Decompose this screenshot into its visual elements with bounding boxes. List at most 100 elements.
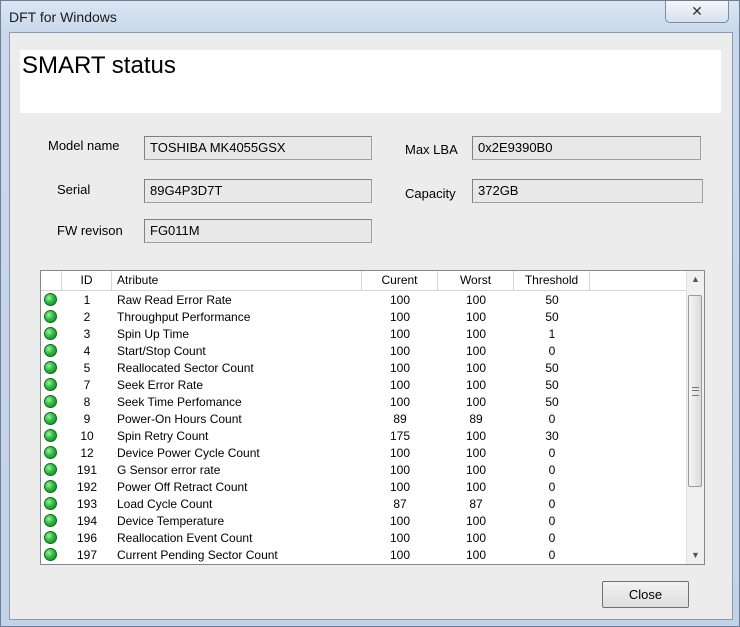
- capacity-field: 372GB: [472, 179, 703, 203]
- status-ok-icon: [44, 344, 57, 357]
- cell-threshold: 0: [548, 480, 556, 494]
- cell-threshold: 0: [548, 463, 556, 477]
- cell-id: 7: [83, 378, 91, 392]
- cell-attribute: Reallocation Event Count: [117, 531, 253, 545]
- table-row[interactable]: 2 Throughput Performance 100 100 50: [41, 309, 686, 326]
- cell-threshold: 50: [545, 378, 559, 392]
- table-row[interactable]: 8 Seek Time Perfomance 100 100 50: [41, 394, 686, 411]
- column-header-current[interactable]: Curent: [362, 271, 438, 290]
- cell-worst: 89: [469, 412, 483, 426]
- cell-current: 100: [389, 548, 411, 562]
- cell-id: 191: [76, 463, 98, 477]
- cell-id: 196: [76, 531, 98, 545]
- fw-revision-field: FG011M: [144, 219, 372, 243]
- cell-attribute: Throughput Performance: [117, 310, 251, 324]
- table-row[interactable]: 196 Reallocation Event Count 100 100 0: [41, 530, 686, 547]
- column-header-threshold[interactable]: Threshold: [514, 271, 590, 290]
- cell-threshold: 0: [548, 446, 556, 460]
- scroll-down-icon[interactable]: ▼: [687, 547, 704, 564]
- window-close-button[interactable]: ✕: [665, 1, 729, 23]
- cell-threshold: 0: [548, 344, 556, 358]
- table-row[interactable]: 197 Current Pending Sector Count 100 100 0: [41, 547, 686, 564]
- cell-attribute: Power-On Hours Count: [117, 412, 242, 426]
- header-band: SMART status: [20, 50, 721, 113]
- cell-worst: 87: [469, 497, 483, 511]
- status-ok-icon: [44, 514, 57, 527]
- status-ok-icon: [44, 395, 57, 408]
- cell-threshold: 0: [548, 497, 556, 511]
- table-row[interactable]: 193 Load Cycle Count 87 87 0: [41, 496, 686, 513]
- cell-id: 2: [83, 310, 91, 324]
- grip-icon: [692, 387, 699, 396]
- cell-current: 100: [389, 514, 411, 528]
- cell-threshold: 0: [548, 412, 556, 426]
- status-ok-icon: [44, 531, 57, 544]
- cell-current: 87: [393, 497, 407, 511]
- vertical-scrollbar[interactable]: ▲ ▼: [686, 271, 704, 564]
- cell-worst: 100: [465, 446, 487, 460]
- cell-worst: 100: [465, 344, 487, 358]
- smart-attributes-table[interactable]: ID Atribute Curent Worst Threshold 1 Raw …: [40, 270, 705, 565]
- cell-current: 100: [389, 344, 411, 358]
- column-header-id[interactable]: ID: [62, 271, 112, 290]
- cell-current: 175: [389, 429, 411, 443]
- cell-current: 100: [389, 480, 411, 494]
- status-ok-icon: [44, 412, 57, 425]
- cell-current: 100: [389, 327, 411, 341]
- model-name-field: TOSHIBA MK4055GSX: [144, 136, 372, 160]
- table-row[interactable]: 3 Spin Up Time 100 100 1: [41, 326, 686, 343]
- scrollbar-thumb[interactable]: [688, 295, 702, 487]
- cell-attribute: Device Temperature: [117, 514, 225, 528]
- cell-current: 100: [389, 395, 411, 409]
- cell-attribute: Current Pending Sector Count: [117, 548, 278, 562]
- status-ok-icon: [44, 429, 57, 442]
- close-icon: ✕: [691, 3, 703, 19]
- cell-attribute: Power Off Retract Count: [117, 480, 248, 494]
- page-title: SMART status: [22, 52, 176, 79]
- capacity-label: Capacity: [405, 186, 456, 201]
- close-button[interactable]: Close: [602, 581, 689, 608]
- cell-id: 5: [83, 361, 91, 375]
- cell-threshold: 50: [545, 310, 559, 324]
- status-ok-icon: [44, 480, 57, 493]
- cell-current: 100: [389, 378, 411, 392]
- cell-worst: 100: [465, 514, 487, 528]
- cell-attribute: Reallocated Sector Count: [117, 361, 254, 375]
- cell-current: 100: [389, 293, 411, 307]
- cell-attribute: Start/Stop Count: [117, 344, 206, 358]
- cell-id: 9: [83, 412, 91, 426]
- table-row[interactable]: 7 Seek Error Rate 100 100 50: [41, 377, 686, 394]
- cell-attribute: Spin Retry Count: [117, 429, 209, 443]
- column-header-worst[interactable]: Worst: [438, 271, 514, 290]
- table-row[interactable]: 191 G Sensor error rate 100 100 0: [41, 462, 686, 479]
- serial-label: Serial: [57, 182, 91, 197]
- table-row[interactable]: 10 Spin Retry Count 175 100 30: [41, 428, 686, 445]
- cell-worst: 100: [465, 378, 487, 392]
- table-row[interactable]: 194 Device Temperature 100 100 0: [41, 513, 686, 530]
- serial-field: 89G4P3D7T: [144, 179, 372, 203]
- cell-threshold: 50: [545, 293, 559, 307]
- cell-worst: 100: [465, 429, 487, 443]
- cell-attribute: Load Cycle Count: [117, 497, 213, 511]
- cell-current: 89: [393, 412, 407, 426]
- table-row[interactable]: 9 Power-On Hours Count 89 89 0: [41, 411, 686, 428]
- column-header-attribute[interactable]: Atribute: [112, 271, 362, 290]
- cell-worst: 100: [465, 531, 487, 545]
- cell-id: 10: [80, 429, 94, 443]
- cell-worst: 100: [465, 463, 487, 477]
- cell-threshold: 50: [545, 361, 559, 375]
- table-row[interactable]: 12 Device Power Cycle Count 100 100 0: [41, 445, 686, 462]
- table-row[interactable]: 5 Reallocated Sector Count 100 100 50: [41, 360, 686, 377]
- cell-current: 100: [389, 463, 411, 477]
- scroll-up-icon[interactable]: ▲: [687, 271, 704, 288]
- fw-revision-label: FW revison: [57, 223, 123, 238]
- cell-current: 100: [389, 361, 411, 375]
- cell-worst: 100: [465, 310, 487, 324]
- cell-id: 4: [83, 344, 91, 358]
- cell-current: 100: [389, 446, 411, 460]
- table-row[interactable]: 192 Power Off Retract Count 100 100 0: [41, 479, 686, 496]
- table-row[interactable]: 4 Start/Stop Count 100 100 0: [41, 343, 686, 360]
- status-ok-icon: [44, 446, 57, 459]
- table-row[interactable]: 1 Raw Read Error Rate 100 100 50: [41, 292, 686, 309]
- column-header-status[interactable]: [41, 271, 62, 290]
